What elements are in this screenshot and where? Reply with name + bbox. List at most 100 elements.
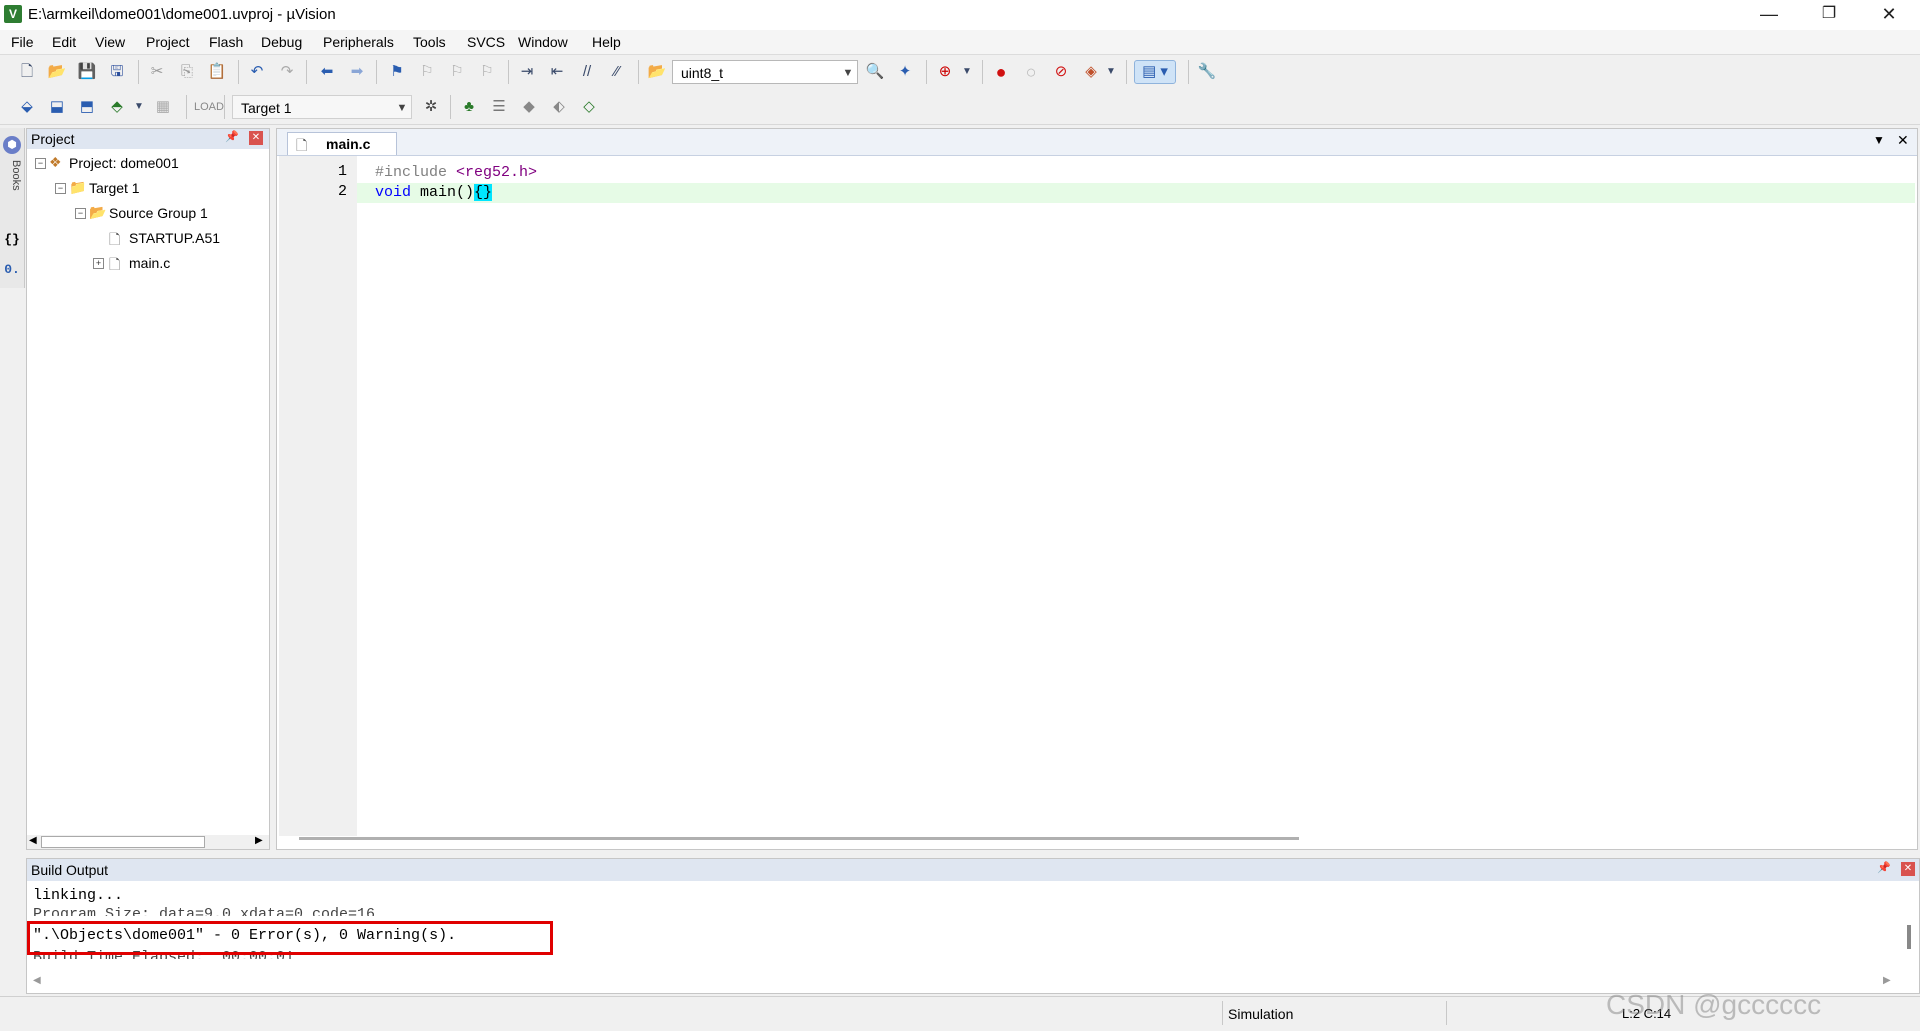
functions-tab[interactable]: {}: [2, 232, 22, 254]
uncomment-icon[interactable]: ⁄⁄: [606, 61, 628, 83]
maximize-button[interactable]: ❐: [1800, 0, 1858, 30]
menu-file[interactable]: File: [11, 34, 34, 50]
kill-breakpoints-icon[interactable]: ⊘: [1050, 61, 1072, 83]
breakpoint-icon[interactable]: ●: [990, 61, 1012, 83]
editor-horizontal-scrollbar[interactable]: [299, 837, 1299, 840]
tree-item-target[interactable]: Target 1: [89, 178, 140, 198]
navigate-forward-icon[interactable]: ➡: [346, 61, 368, 83]
tree-item-source-group[interactable]: Source Group 1: [109, 203, 208, 223]
menu-svcs[interactable]: SVCS: [467, 34, 505, 50]
stop-build-icon[interactable]: ▦: [152, 96, 174, 118]
disable-breakpoint-icon[interactable]: ○: [1020, 61, 1042, 83]
new-file-icon[interactable]: 🗋: [16, 61, 38, 83]
redo-icon[interactable]: ↷: [276, 61, 298, 83]
menu-window[interactable]: Window: [518, 34, 568, 50]
rebuild-icon[interactable]: ⬒: [76, 96, 98, 118]
target-options-icon[interactable]: ✲: [420, 96, 442, 118]
navigate-back-icon[interactable]: ⬅: [316, 61, 338, 83]
scroll-right-icon[interactable]: ▶: [255, 835, 263, 846]
find-combo[interactable]: uint8_t ▼: [672, 60, 858, 84]
manage-components-icon[interactable]: ♣: [458, 96, 480, 118]
menu-project[interactable]: Project: [146, 34, 190, 50]
tabs-dropdown-icon[interactable]: ▼: [1873, 133, 1885, 147]
close-panel-icon[interactable]: ✕: [249, 131, 263, 145]
watermark: CSDN @gcccccc: [1606, 989, 1822, 1020]
next-bookmark-icon[interactable]: ⚐: [446, 61, 468, 83]
bookmark-icon[interactable]: ⚑: [386, 61, 408, 83]
target-folder-icon: 📁: [69, 179, 87, 195]
copy-icon[interactable]: ⎘: [176, 61, 198, 83]
toolbar-separator: [1188, 60, 1189, 84]
project-panel-header: Project 📌 ✕: [27, 129, 269, 149]
tree-item-project[interactable]: Project: dome001: [69, 153, 179, 173]
scrollbar-thumb[interactable]: [41, 836, 205, 848]
save-all-icon[interactable]: 🖫: [106, 61, 128, 83]
pin-icon[interactable]: 📌: [1877, 861, 1891, 874]
code-line-1[interactable]: #include <reg52.h>: [375, 164, 537, 181]
close-window-button[interactable]: ✕: [1860, 0, 1918, 30]
window-layout-icon[interactable]: ◈: [1080, 61, 1102, 83]
unindent-icon[interactable]: ⇤: [546, 61, 568, 83]
pin-icon[interactable]: 📌: [225, 130, 239, 143]
books-tab[interactable]: Books: [2, 160, 22, 212]
menu-debug[interactable]: Debug: [261, 34, 302, 50]
file-icon: 🗋: [109, 256, 121, 272]
build-output-vertical-scrollbar[interactable]: [1907, 925, 1911, 949]
minimize-button[interactable]: —: [1740, 0, 1798, 30]
collapse-icon[interactable]: −: [55, 183, 66, 194]
run-time-icon[interactable]: ◇: [578, 96, 600, 118]
chevron-down-icon[interactable]: ▼: [956, 61, 978, 83]
tab-main-c[interactable]: 🗋 main.c: [287, 132, 397, 155]
comment-icon[interactable]: //: [576, 61, 598, 83]
translate-icon[interactable]: ⬙: [16, 96, 38, 118]
configure-icon[interactable]: 🔧: [1196, 61, 1218, 83]
clear-bookmarks-icon[interactable]: ⚐: [476, 61, 498, 83]
chevron-down-icon[interactable]: ▼: [128, 96, 150, 118]
collapse-icon[interactable]: −: [75, 208, 86, 219]
menu-view[interactable]: View: [95, 34, 125, 50]
menu-help[interactable]: Help: [592, 34, 621, 50]
file-toolbar: 🗋 📂 💾 🖫 ✂ ⎘ 📋 ↶ ↷ ⬅ ➡ ⚑ ⚐ ⚐ ⚐ ⇥ ⇤ // ⁄⁄ …: [0, 55, 1920, 89]
menu-peripherals[interactable]: Peripherals: [323, 34, 394, 50]
scroll-left-icon[interactable]: ◀: [33, 975, 41, 986]
code-line-2[interactable]: void main(){}: [375, 184, 493, 201]
menu-flash[interactable]: Flash: [209, 34, 243, 50]
tree-item-main-file[interactable]: main.c: [129, 253, 170, 273]
prev-bookmark-icon[interactable]: ⚐: [416, 61, 438, 83]
find-icon[interactable]: 🔍: [864, 61, 886, 83]
project-horizontal-scrollbar[interactable]: ◀ ▶: [27, 835, 269, 849]
chevron-down-icon[interactable]: ▼: [1100, 61, 1122, 83]
project-panel: Project 📌 ✕ − ❖ Project: dome001 − 📁 Tar…: [26, 128, 270, 850]
scroll-right-icon[interactable]: ▶: [1883, 975, 1891, 986]
event-recorder-icon[interactable]: ⬖: [548, 96, 570, 118]
collapse-icon[interactable]: −: [35, 158, 46, 169]
build-icon[interactable]: ⬓: [46, 96, 68, 118]
toolbar-separator: [186, 95, 187, 119]
target-combo[interactable]: Target 1 ▼: [232, 95, 412, 119]
undo-icon[interactable]: ↶: [246, 61, 268, 83]
close-panel-icon[interactable]: ✕: [1901, 862, 1915, 876]
expand-icon[interactable]: +: [93, 258, 104, 269]
download-icon[interactable]: LOAD: [194, 96, 224, 118]
open-file-icon[interactable]: 📂: [46, 61, 68, 83]
select-packs-icon[interactable]: ☰: [488, 96, 510, 118]
title-bar: V E:\armkeil\dome001\dome001.uvproj - µV…: [0, 0, 1920, 30]
cut-icon[interactable]: ✂: [146, 61, 168, 83]
debug-session-icon[interactable]: ⊕: [934, 61, 956, 83]
close-tab-icon[interactable]: ✕: [1897, 132, 1909, 149]
batch-build-icon[interactable]: ⬘: [106, 96, 128, 118]
incremental-find-icon[interactable]: ✦: [894, 61, 916, 83]
books-icon[interactable]: ⬢: [3, 136, 21, 154]
menu-edit[interactable]: Edit: [52, 34, 76, 50]
menu-tools[interactable]: Tools: [413, 34, 446, 50]
window-layout-dropdown[interactable]: ▤ ▾: [1134, 60, 1176, 84]
save-icon[interactable]: 💾: [76, 61, 98, 83]
indent-icon[interactable]: ⇥: [516, 61, 538, 83]
templates-tab[interactable]: 0.: [2, 262, 22, 284]
find-in-files-icon[interactable]: 📂: [646, 61, 668, 83]
tree-item-startup-file[interactable]: STARTUP.A51: [129, 228, 220, 248]
scroll-left-icon[interactable]: ◀: [29, 835, 37, 846]
manage-environment-icon[interactable]: ◆: [518, 96, 540, 118]
tab-label: main.c: [326, 136, 371, 152]
paste-icon[interactable]: 📋: [206, 61, 228, 83]
